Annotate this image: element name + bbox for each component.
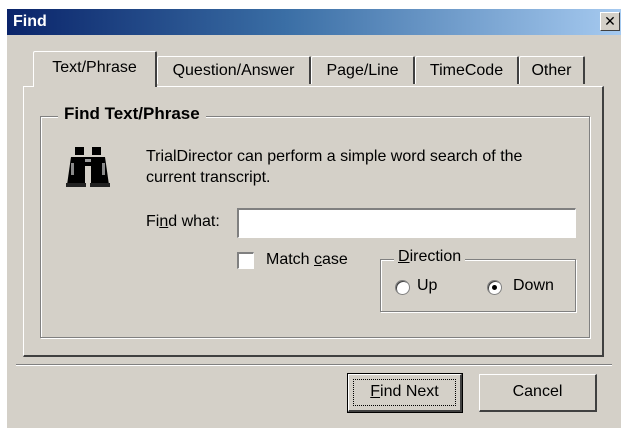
direction-up-label[interactable]: Up (417, 277, 437, 295)
tab-label: Other (531, 62, 572, 79)
find-what-label: Find what: (146, 213, 220, 230)
direction-label: Direction (394, 248, 466, 266)
close-icon: ✕ (604, 13, 616, 29)
group-title: Find Text/Phrase (58, 104, 206, 124)
tab-page-line[interactable]: Page/Line (311, 56, 415, 84)
tab-text-phrase[interactable]: Text/Phrase (33, 51, 157, 87)
find-next-button[interactable]: Find Next (347, 373, 463, 413)
direction-down-label[interactable]: Down (513, 277, 554, 295)
direction-down-radio[interactable] (487, 280, 502, 295)
tab-question-answer[interactable]: Question/Answer (157, 56, 311, 84)
dialog-title: Find (13, 13, 47, 30)
close-button[interactable]: ✕ (600, 12, 620, 31)
cancel-button[interactable]: Cancel (479, 374, 597, 412)
direction-up-radio[interactable] (395, 280, 410, 295)
match-case-checkbox[interactable] (237, 252, 254, 269)
search-description: TrialDirector can perform a simple word … (146, 148, 523, 186)
tab-label: Question/Answer (172, 62, 295, 79)
title-bar[interactable]: Find ✕ (7, 9, 621, 35)
find-what-input[interactable] (237, 208, 576, 238)
tab-label: Page/Line (326, 62, 399, 79)
focus-rect (353, 379, 456, 406)
tab-label: Text/Phrase (52, 59, 137, 76)
tab-timecode[interactable]: TimeCode (415, 56, 519, 84)
separator (16, 364, 612, 366)
binoculars-icon (63, 145, 113, 194)
tab-label: TimeCode (429, 62, 504, 79)
match-case-label[interactable]: Match case (266, 251, 348, 269)
tab-other[interactable]: Other (519, 56, 585, 84)
